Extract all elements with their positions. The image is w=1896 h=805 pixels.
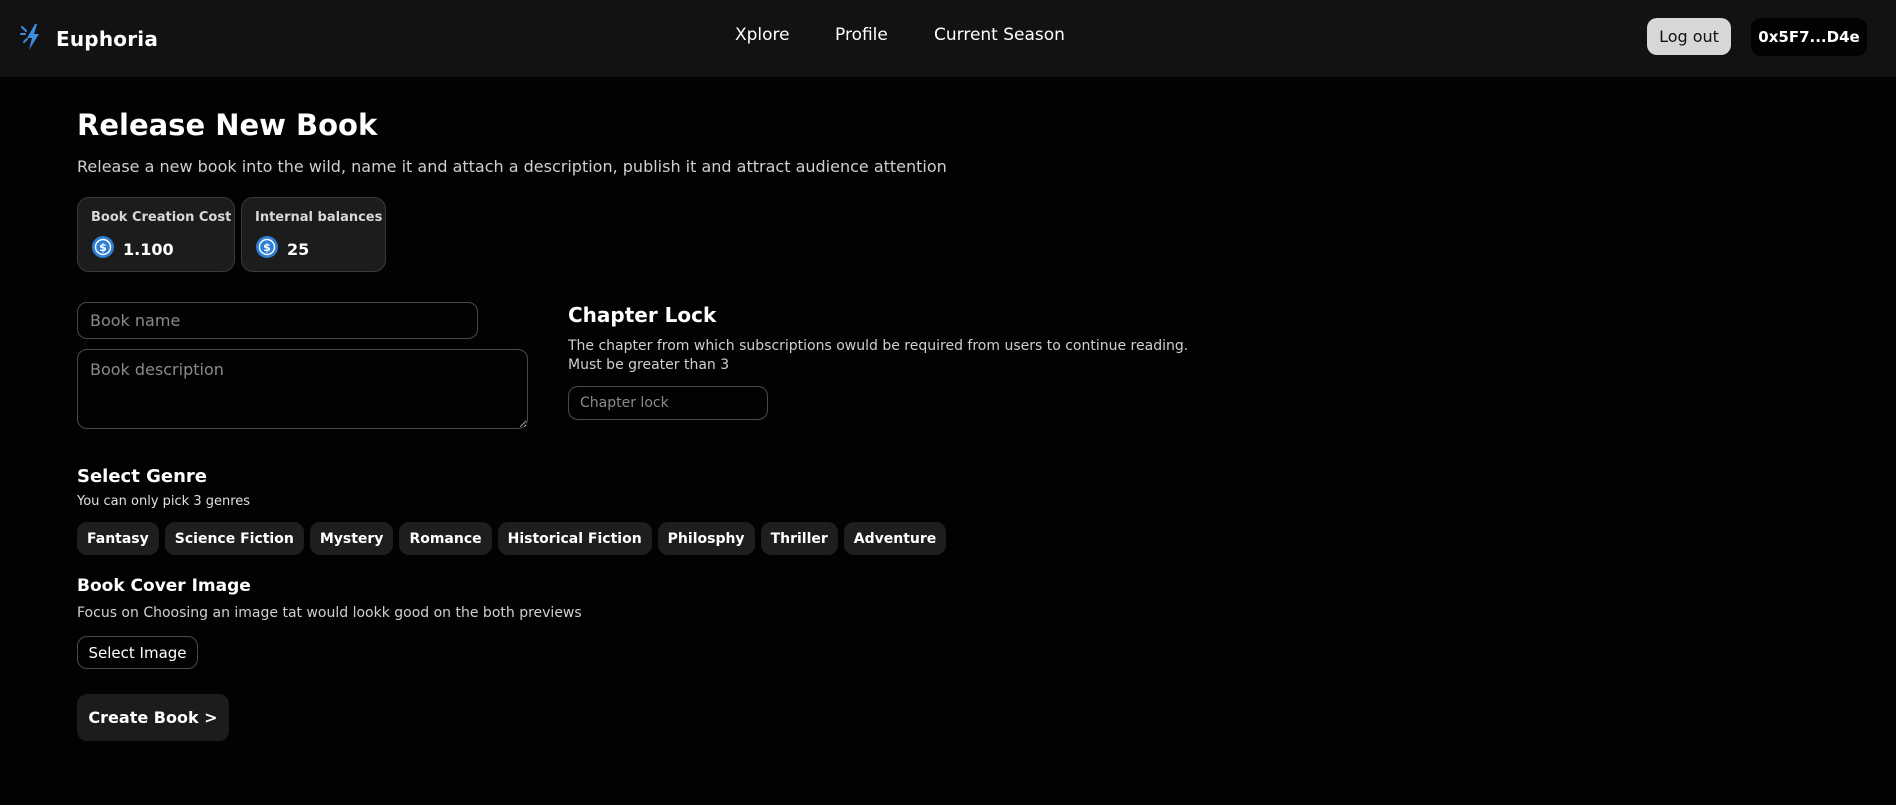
genre-chip-adventure[interactable]: Adventure <box>843 522 947 555</box>
top-navigation-bar: Euphoria Xplore Profile Current Season L… <box>0 0 1896 77</box>
nav-xplore[interactable]: Xplore <box>735 25 790 45</box>
logout-button[interactable]: Log out <box>1647 18 1731 55</box>
svg-text:$: $ <box>99 241 107 254</box>
genre-chip-thriller[interactable]: Thriller <box>760 522 838 555</box>
internal-balances-label: Internal balances <box>255 210 383 225</box>
genre-chip-list: Fantasy Science Fiction Mystery Romance … <box>77 522 947 555</box>
nav-profile[interactable]: Profile <box>835 25 888 45</box>
select-genre-title: Select Genre <box>77 466 207 487</box>
brand-name: Euphoria <box>56 27 159 51</box>
genre-chip-historical-fiction[interactable]: Historical Fiction <box>497 522 652 555</box>
internal-balances-value: 25 <box>287 239 310 259</box>
brand-logo[interactable]: Euphoria <box>18 22 158 56</box>
book-name-input[interactable] <box>77 302 478 339</box>
book-creation-cost-label: Book Creation Cost <box>91 210 232 225</box>
lightning-spark-icon <box>18 22 48 56</box>
genre-chip-mystery[interactable]: Mystery <box>309 522 394 555</box>
coin-dollar-icon: $ <box>255 235 279 263</box>
book-cover-hint: Focus on Choosing an image tat would loo… <box>77 605 582 621</box>
genre-chip-science-fiction[interactable]: Science Fiction <box>164 522 304 555</box>
coin-dollar-icon: $ <box>91 235 115 263</box>
genre-chip-philosphy[interactable]: Philosphy <box>657 522 755 555</box>
book-cover-title: Book Cover Image <box>77 576 251 596</box>
genre-chip-romance[interactable]: Romance <box>399 522 492 555</box>
nav-current-season[interactable]: Current Season <box>934 25 1065 45</box>
genre-chip-fantasy[interactable]: Fantasy <box>77 522 159 555</box>
svg-text:$: $ <box>263 241 271 254</box>
select-image-button[interactable]: Select Image <box>77 636 198 669</box>
book-creation-cost-card: Book Creation Cost $ 1.100 <box>77 197 235 272</box>
wallet-address-button[interactable]: 0x5F7...D4e <box>1751 18 1867 56</box>
chapter-lock-title: Chapter Lock <box>568 303 717 327</box>
page-subtitle: Release a new book into the wild, name i… <box>77 157 947 176</box>
page-title: Release New Book <box>77 108 378 142</box>
create-book-button[interactable]: Create Book > <box>77 694 229 741</box>
book-description-input[interactable] <box>77 349 528 429</box>
chapter-lock-description: The chapter from which subscriptions owu… <box>568 338 1189 373</box>
select-genre-hint: You can only pick 3 genres <box>77 494 251 509</box>
book-creation-cost-value: 1.100 <box>123 239 174 259</box>
internal-balances-card: Internal balances $ 25 <box>241 197 386 272</box>
chapter-lock-input[interactable] <box>568 386 768 420</box>
